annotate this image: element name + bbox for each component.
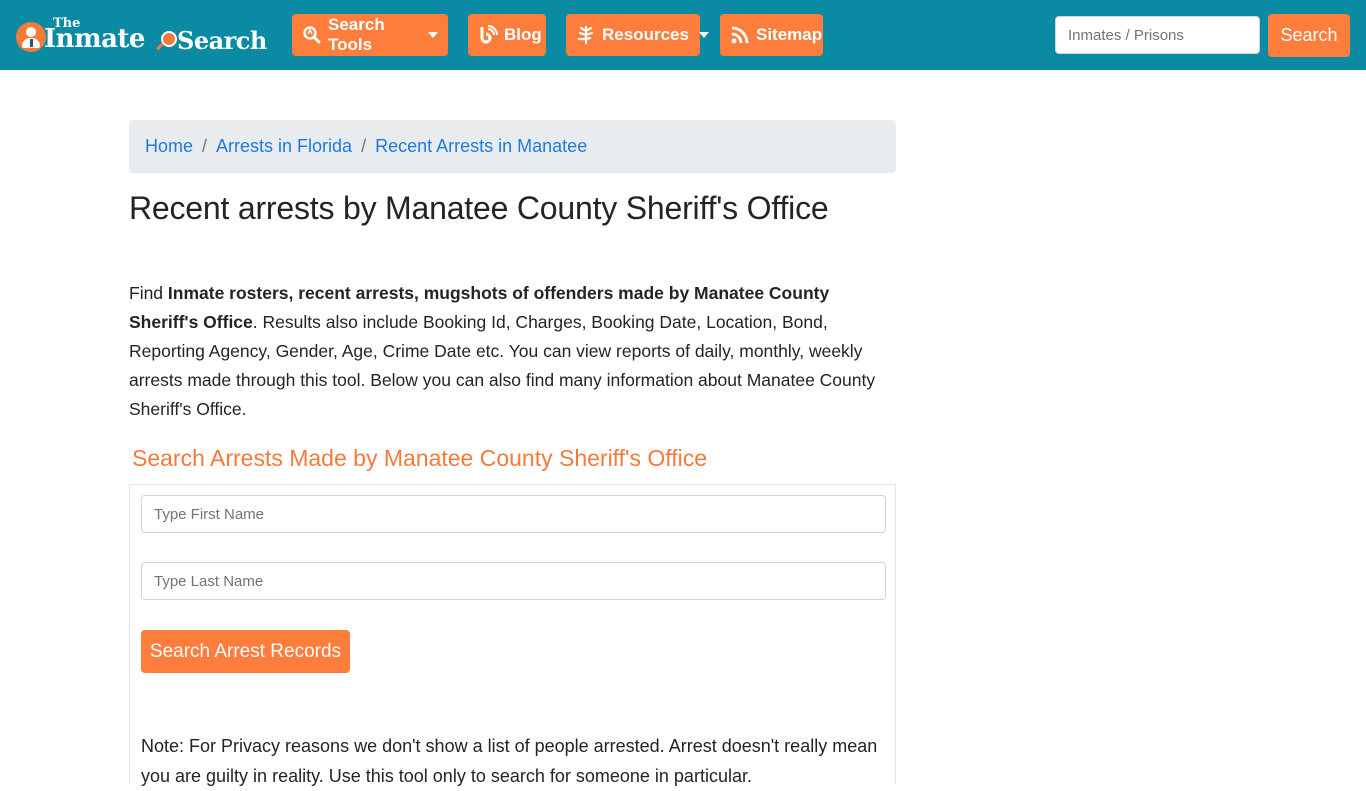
site-logo[interactable]: The Inmate Search xyxy=(15,14,270,58)
privacy-note: Note: For Privacy reasons we don't show … xyxy=(141,736,878,786)
search-arrest-records-button[interactable]: Search Arrest Records xyxy=(141,630,350,673)
intro-prefix: Find xyxy=(129,283,168,303)
breadcrumb: Home / Arrests in Florida / Recent Arres… xyxy=(129,120,896,173)
nav-resources-label: Resources xyxy=(602,25,689,44)
nav-resources-button[interactable]: Resources xyxy=(566,14,709,56)
breadcrumb-home[interactable]: Home xyxy=(145,136,193,157)
nav-sitemap-label: Sitemap xyxy=(756,25,823,44)
breadcrumb-arrests-in-florida[interactable]: Arrests in Florida xyxy=(216,136,352,157)
page-title: Recent arrests by Manatee County Sheriff… xyxy=(129,190,829,226)
breadcrumb-separator: / xyxy=(202,136,208,156)
search-form-heading: Search Arrests Made by Manatee County Sh… xyxy=(132,445,707,471)
logo-text-search: Search xyxy=(177,26,267,55)
intro-paragraph: Find Inmate rosters, recent arrests, mug… xyxy=(129,279,899,424)
top-search-button[interactable]: Search xyxy=(1268,14,1350,57)
last-name-input[interactable] xyxy=(141,562,886,600)
breadcrumb-separator: / xyxy=(361,136,367,156)
arrest-search-form: Search Arrest Records Note: For Privacy … xyxy=(129,484,896,786)
first-name-input[interactable] xyxy=(141,495,886,533)
nav-sitemap-button[interactable]: Sitemap xyxy=(720,14,823,56)
search-tools-icon xyxy=(302,25,322,45)
breadcrumb-recent-arrests-manatee[interactable]: Recent Arrests in Manatee xyxy=(375,136,587,157)
blog-icon xyxy=(478,25,498,45)
rss-icon xyxy=(730,25,750,45)
leaf-icon xyxy=(576,25,596,45)
inmate-avatar-icon xyxy=(16,22,46,52)
logo-text-inmate: Inmate xyxy=(44,24,145,54)
nav-search-tools-button[interactable]: Search Tools xyxy=(292,14,448,56)
nav-blog-button[interactable]: Blog xyxy=(468,14,546,56)
nav-search-tools-label: Search Tools xyxy=(328,15,385,54)
nav-blog-label: Blog xyxy=(504,25,542,44)
chevron-down-icon xyxy=(428,32,438,38)
chevron-down-icon xyxy=(698,32,709,38)
inmate-search-input[interactable] xyxy=(1055,16,1260,54)
navbar: The Inmate Search Search Tools Blog Reso… xyxy=(0,0,1366,70)
